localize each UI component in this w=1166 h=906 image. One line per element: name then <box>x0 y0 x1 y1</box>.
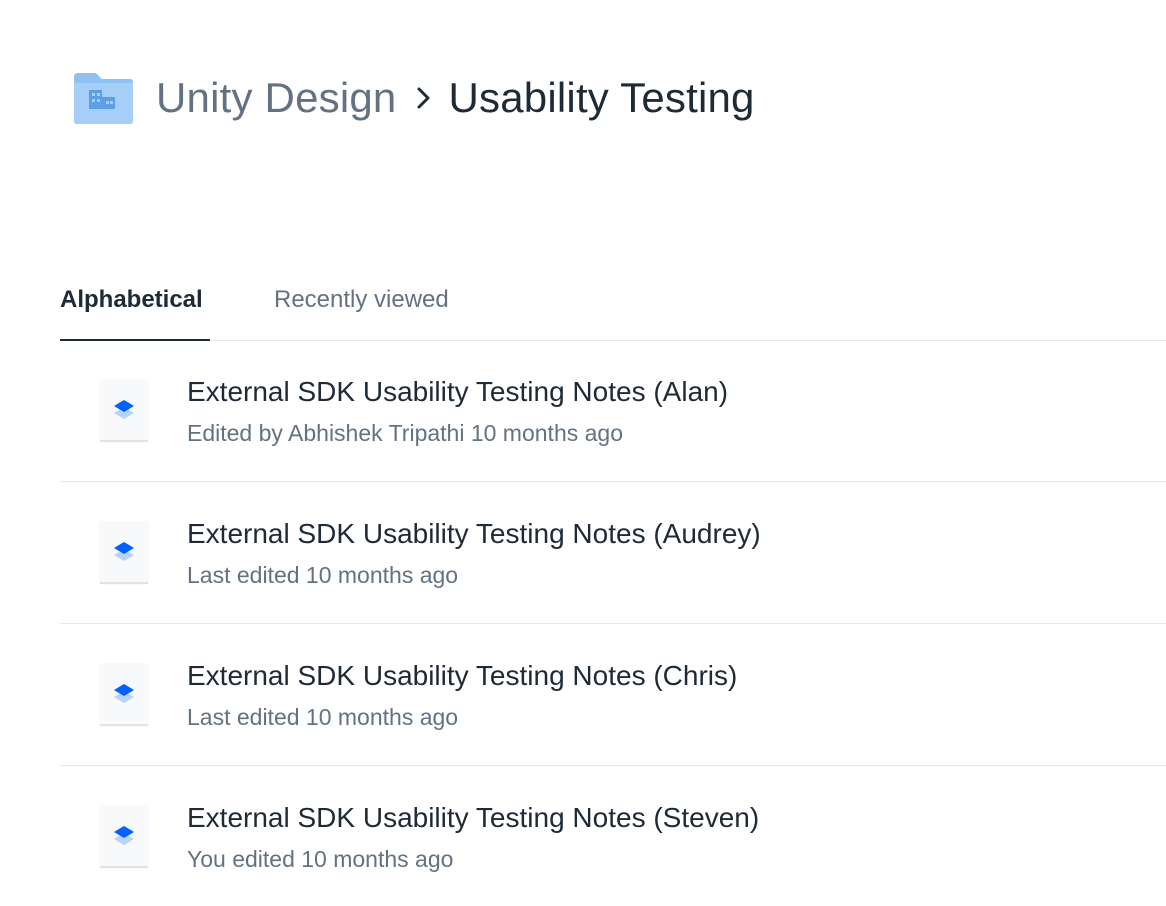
document-title[interactable]: External SDK Usability Testing Notes (Ch… <box>187 660 737 692</box>
document-row[interactable]: External SDK Usability Testing Notes (Al… <box>60 340 1166 482</box>
document-list: External SDK Usability Testing Notes (Al… <box>60 340 1166 906</box>
document-edit-info: You edited 10 months ago <box>187 846 454 872</box>
page-title: Usability Testing <box>448 74 755 121</box>
paper-doc-icon <box>100 380 148 442</box>
paper-doc-icon <box>100 806 148 868</box>
document-row[interactable]: External SDK Usability Testing Notes (St… <box>60 766 1166 906</box>
document-title[interactable]: External SDK Usability Testing Notes (Al… <box>187 376 728 408</box>
document-edit-info: Edited by Abhishek Tripathi 10 months ag… <box>187 420 624 446</box>
document-row[interactable]: External SDK Usability Testing Notes (Ch… <box>60 624 1166 766</box>
tab-alphabetical[interactable]: Alphabetical <box>60 278 210 341</box>
sort-tabs: Alphabetical Recently viewed <box>60 278 1166 341</box>
document-title[interactable]: External SDK Usability Testing Notes (Au… <box>187 518 761 550</box>
page: Unity Design Usability Testing Alphabeti… <box>0 0 1166 906</box>
breadcrumb: Unity Design Usability Testing <box>72 68 755 128</box>
breadcrumb-parent-link[interactable]: Unity Design <box>156 74 397 122</box>
chevron-right-icon <box>417 87 429 109</box>
document-row[interactable]: External SDK Usability Testing Notes (Au… <box>60 482 1166 624</box>
paper-doc-icon <box>100 522 148 584</box>
tab-recently-viewed[interactable]: Recently viewed <box>274 278 449 339</box>
paper-doc-icon <box>100 664 148 726</box>
document-edit-info: Last edited 10 months ago <box>187 562 459 588</box>
document-edit-info: Last edited 10 months ago <box>187 704 459 730</box>
team-folder-icon <box>74 73 133 124</box>
document-title[interactable]: External SDK Usability Testing Notes (St… <box>187 802 759 834</box>
